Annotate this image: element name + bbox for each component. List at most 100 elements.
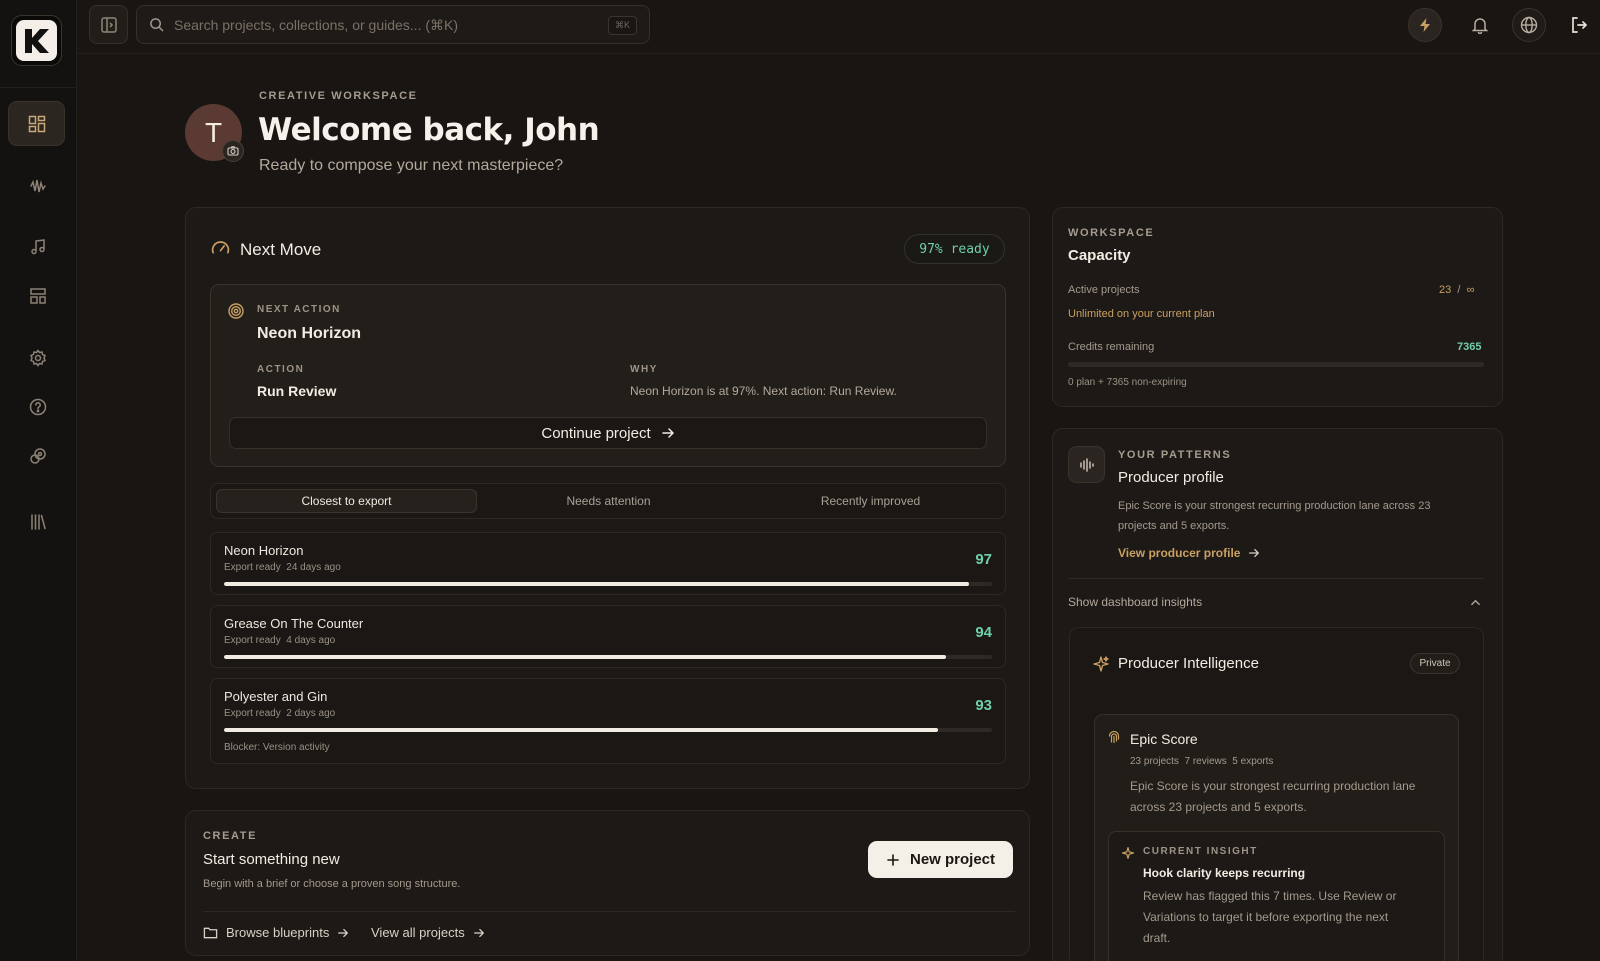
dashboard-grid-icon	[28, 115, 45, 132]
lane-stats: 23 projects 7 reviews 5 exports	[1130, 756, 1274, 767]
audio-lines-icon	[1079, 457, 1094, 472]
project-progress-bar	[224, 728, 992, 732]
tab-needs-attention[interactable]: Needs attention	[478, 489, 739, 513]
page-subtitle: Ready to compose your next masterpiece?	[259, 157, 564, 174]
view-all-projects-link[interactable]: View all projects	[371, 925, 485, 940]
create-eyebrow: CREATE	[203, 830, 258, 842]
insight-description: Review has flagged this 7 times. Use Rev…	[1143, 889, 1397, 945]
sparkles-icon	[1121, 846, 1135, 860]
sidebar-item-settings[interactable]	[18, 338, 58, 378]
upgrade-button[interactable]	[1408, 8, 1442, 42]
tab-recently-improved[interactable]: Recently improved	[740, 489, 1001, 513]
new-project-label: New project	[909, 851, 996, 868]
gauge-icon	[210, 238, 231, 259]
palette-icon	[30, 448, 46, 464]
patterns-divider	[1068, 578, 1484, 579]
sidebar-item-music[interactable]	[18, 227, 58, 267]
sidebar-item-audio[interactable]	[18, 166, 58, 206]
avatar-initial: T	[204, 116, 223, 148]
page-title: Welcome back, John	[258, 112, 600, 148]
waveform-badge	[1068, 446, 1105, 483]
library-icon	[31, 514, 46, 530]
project-score: 94	[975, 624, 992, 641]
credits-detail: 0 plan + 7365 non-expiring	[1068, 377, 1187, 388]
patterns-description: Epic Score is your strongest recurring p…	[1118, 500, 1431, 532]
project-row-grease-on-the-counter[interactable]: Grease On The Counter Export ready 4 day…	[210, 605, 1006, 668]
header-eyebrow: CREATIVE WORKSPACE	[259, 90, 418, 102]
credits-bar	[1068, 362, 1484, 367]
arrow-right-icon	[473, 928, 484, 937]
arrow-right-icon	[1249, 548, 1260, 558]
active-projects-value: 23 / ∞	[1439, 284, 1475, 296]
intelligence-title: Producer Intelligence	[1118, 655, 1259, 672]
tab-closest-to-export[interactable]: Closest to export	[216, 489, 477, 513]
gear-icon	[30, 349, 46, 367]
project-score: 97	[975, 551, 992, 568]
project-score: 93	[975, 697, 992, 714]
create-divider	[203, 911, 1015, 912]
sidebar-item-library[interactable]	[18, 502, 58, 542]
why-value: Neon Horizon is at 97%. Next action: Run…	[630, 384, 897, 398]
toggle-sidebar-button[interactable]	[89, 5, 128, 44]
logo-k-icon	[24, 28, 49, 53]
search-bar[interactable]: ⌘K	[136, 5, 650, 44]
help-circle-icon	[29, 398, 47, 416]
sidebar-item-help[interactable]	[18, 387, 58, 427]
project-blocker: Blocker: Version activity	[224, 742, 330, 753]
project-row-polyester-and-gin[interactable]: Polyester and Gin Export ready 2 days ag…	[210, 678, 1006, 764]
insight-title: Hook clarity keeps recurring	[1143, 866, 1306, 880]
project-meta: Export ready 24 days ago	[224, 562, 341, 573]
target-icon	[228, 303, 244, 319]
search-icon	[150, 18, 164, 32]
camera-icon	[227, 146, 239, 156]
language-button[interactable]	[1512, 8, 1546, 42]
credits-value: 7365	[1457, 341, 1482, 353]
project-meta: Export ready 2 days ago	[224, 708, 336, 719]
notifications-button[interactable]	[1463, 8, 1497, 42]
readiness-badge: 97% ready	[904, 234, 1005, 264]
logout-icon	[1572, 17, 1588, 33]
new-project-button[interactable]: New project	[868, 841, 1013, 878]
project-meta: Export ready 4 days ago	[224, 635, 336, 646]
create-title: Start something new	[203, 851, 340, 868]
browse-blueprints-link[interactable]: Browse blueprints	[203, 925, 349, 940]
project-name: Neon Horizon	[224, 543, 304, 558]
continue-project-label: Continue project	[541, 424, 651, 442]
capacity-eyebrow: WORKSPACE	[1068, 227, 1155, 239]
lane-description: Epic Score is your strongest recurring p…	[1130, 779, 1416, 814]
fingerprint-icon	[1107, 730, 1121, 744]
sidebar-item-themes[interactable]	[18, 436, 58, 476]
next-move-title: Next Move	[240, 240, 322, 259]
search-input[interactable]	[174, 16, 594, 33]
chevron-up-icon[interactable]	[1470, 597, 1481, 608]
arrow-right-icon	[661, 428, 674, 438]
sign-out-button[interactable]	[1562, 8, 1596, 42]
patterns-title: Producer profile	[1118, 469, 1224, 486]
sidebar-divider	[0, 87, 77, 88]
next-action-project: Neon Horizon	[257, 325, 361, 342]
app-logo[interactable]	[11, 15, 62, 66]
lane-title: Epic Score	[1130, 731, 1198, 747]
unlimited-note: Unlimited on your current plan	[1068, 308, 1215, 320]
layout-icon	[30, 288, 46, 304]
project-progress-bar	[224, 655, 992, 659]
sidebar-item-layouts[interactable]	[18, 276, 58, 316]
music-note-icon	[31, 239, 45, 255]
project-progress-bar	[224, 582, 992, 586]
sidebar-item-dashboard[interactable]	[8, 101, 65, 146]
project-name: Polyester and Gin	[224, 689, 328, 704]
change-avatar-button[interactable]	[222, 140, 244, 162]
why-label: WHY	[630, 364, 658, 375]
view-producer-profile-link[interactable]: View producer profile	[1118, 546, 1260, 560]
action-value: Run Review	[257, 383, 337, 399]
search-shortcut-badge: ⌘K	[607, 16, 637, 35]
create-description: Begin with a brief or choose a proven so…	[203, 878, 461, 890]
action-label: ACTION	[257, 364, 305, 375]
project-name: Grease On The Counter	[224, 616, 364, 631]
continue-project-button[interactable]: Continue project	[229, 417, 987, 449]
project-row-neon-horizon[interactable]: Neon Horizon Export ready 24 days ago 97	[210, 532, 1006, 595]
insight-eyebrow: CURRENT INSIGHT	[1143, 846, 1258, 857]
credits-label: Credits remaining	[1068, 341, 1155, 353]
insights-toggle[interactable]: Show dashboard insights	[1068, 595, 1202, 609]
plus-icon	[887, 853, 899, 866]
